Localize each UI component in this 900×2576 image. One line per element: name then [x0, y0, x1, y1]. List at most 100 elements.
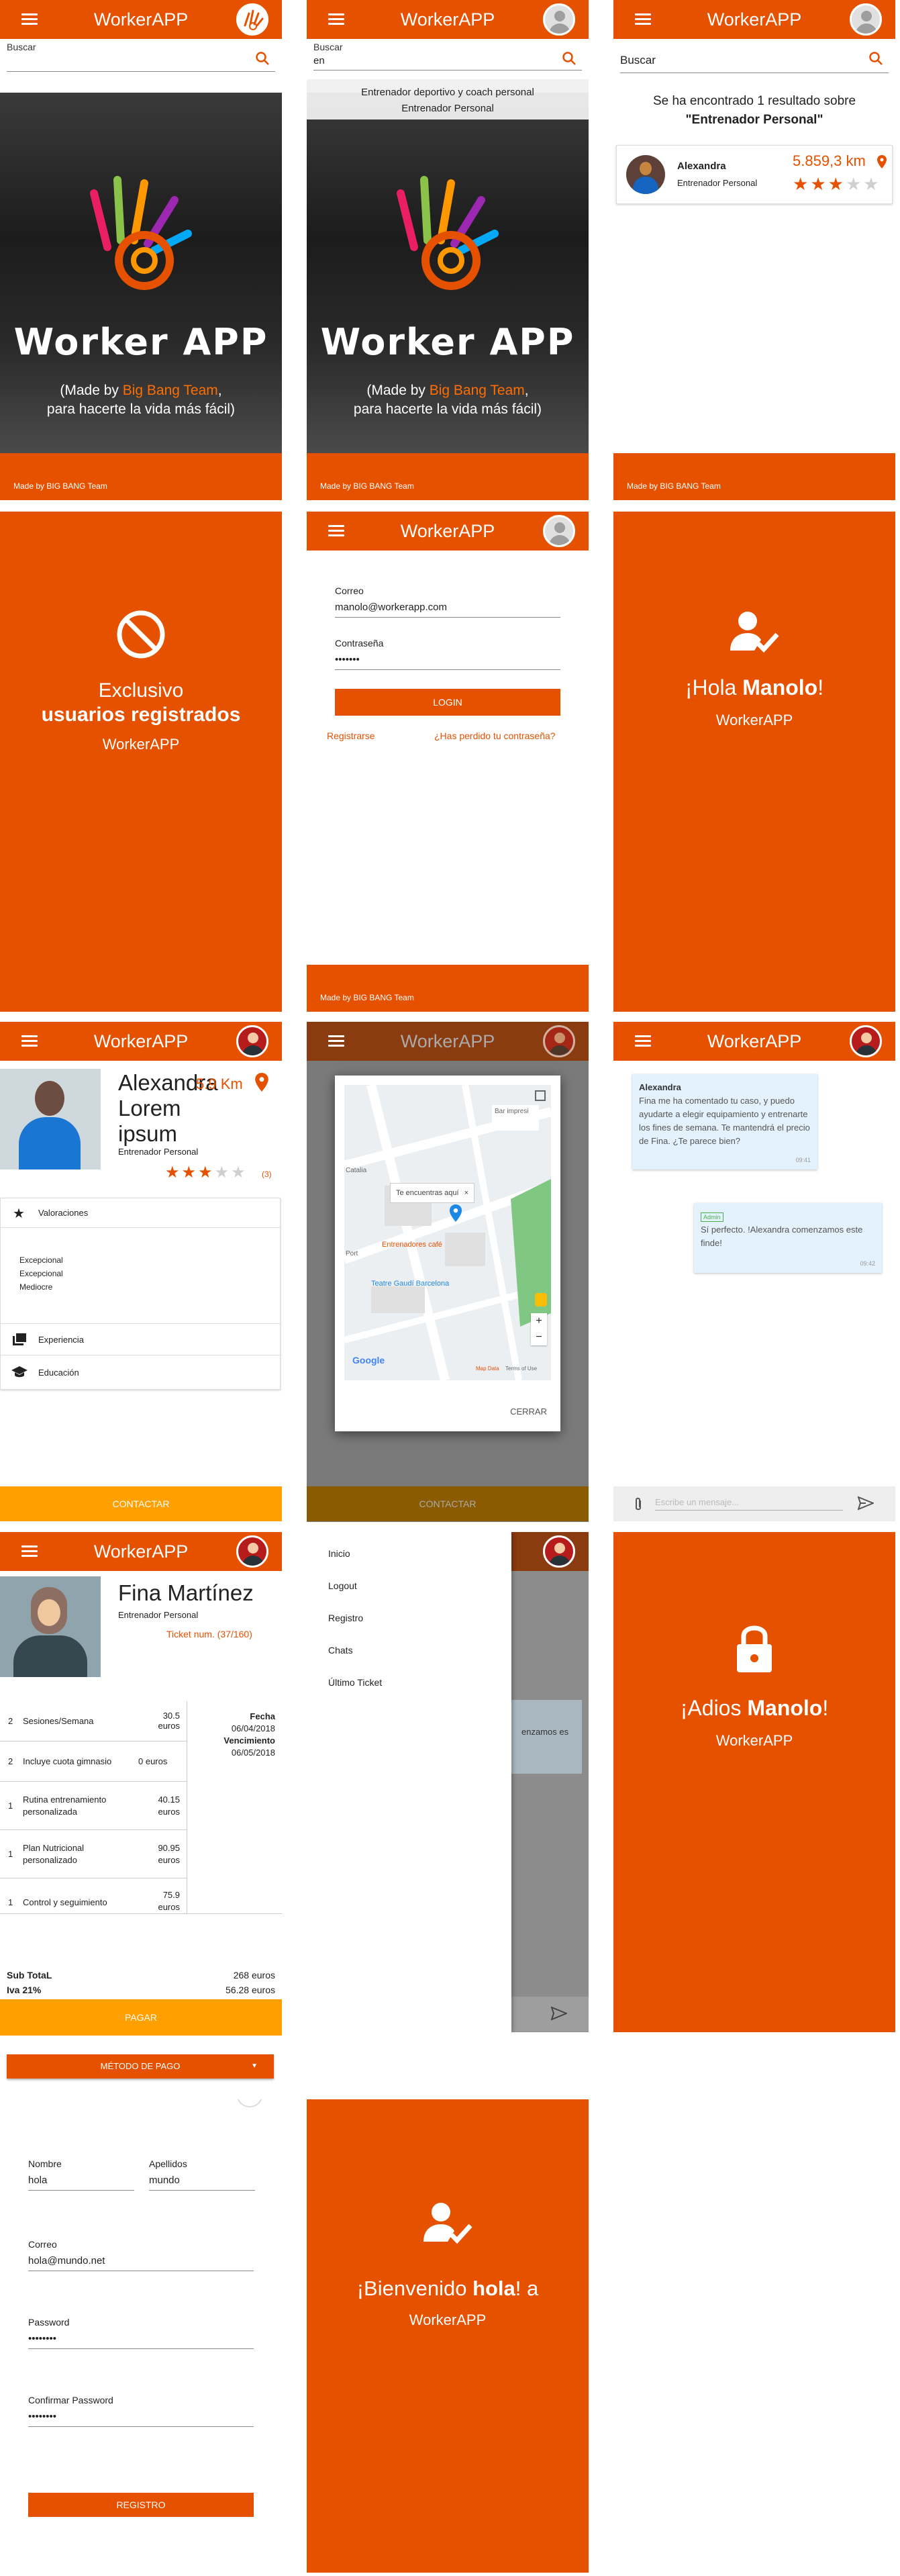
send-icon: [551, 2006, 567, 2021]
zoom-in-icon[interactable]: +: [531, 1313, 547, 1329]
drawer-item-ultimo-ticket[interactable]: Último Ticket: [328, 1677, 382, 1688]
exclusive-line3: WorkerAPP: [102, 736, 180, 753]
register-button[interactable]: REGISTRO: [28, 2493, 254, 2517]
email-field[interactable]: hola@mundo.net: [28, 2255, 254, 2271]
user-avatar-icon[interactable]: [543, 3, 575, 36]
section-experience[interactable]: Experiencia: [1, 1323, 280, 1355]
register-link[interactable]: Registrarse: [327, 730, 375, 741]
search-bar[interactable]: Buscar: [0, 39, 282, 93]
user-avatar-icon[interactable]: [850, 3, 882, 36]
user-avatar-icon[interactable]: [543, 515, 575, 547]
hero-title: Worker APP: [13, 321, 268, 363]
search-input[interactable]: Buscar: [620, 54, 656, 67]
user-avatar-icon[interactable]: [543, 1535, 575, 1568]
drawer-item-logout[interactable]: Logout: [328, 1580, 357, 1591]
attach-icon[interactable]: [634, 1497, 643, 1512]
search-label: Buscar: [7, 42, 36, 52]
map-view[interactable]: Bar impresi Catalia Port Te encuentras a…: [344, 1085, 551, 1380]
drawer-item-registro[interactable]: Registro: [328, 1613, 363, 1623]
hero-subtitle: (Made by Big Bang Team, para hacerte la …: [353, 383, 542, 417]
suggestion-item[interactable]: Entrenador Personal: [307, 101, 589, 117]
section-ratings[interactable]: ★ Valoraciones: [1, 1198, 280, 1228]
send-icon[interactable]: [858, 1496, 874, 1511]
terms-link[interactable]: Terms of Use: [505, 1366, 537, 1372]
name-field[interactable]: hola: [28, 2175, 134, 2191]
login-button[interactable]: LOGIN: [335, 689, 560, 716]
forbidden-icon: [117, 610, 165, 659]
app-bar: WorkerAPP: [613, 1022, 895, 1061]
search-input[interactable]: en: [313, 55, 325, 66]
forgot-password-link[interactable]: ¿Has perdido tu contraseña?: [434, 730, 556, 741]
screen-map-modal: WorkerAPP CONTACTAR Bar impresi Catalia …: [307, 1022, 589, 1522]
user-avatar-icon[interactable]: [543, 1025, 575, 1057]
admin-badge: Admin: [701, 1212, 723, 1222]
hand-logo-icon: [90, 176, 192, 290]
goodbye-greeting: ¡Adios Manolo!: [680, 1696, 829, 1720]
user-avatar-icon[interactable]: [236, 1025, 268, 1057]
close-icon[interactable]: ×: [464, 1184, 468, 1202]
big-bang-link[interactable]: Big Bang Team: [430, 383, 525, 398]
app-bar: WorkerAPP: [307, 1022, 589, 1061]
ticket-row: 1 Control y seguimiento 75.9 euros: [8, 1890, 180, 1912]
footer: Made by BIG BANG Team: [0, 453, 282, 500]
suggestions-list: Entrenador deportivo y coach personal En…: [307, 79, 589, 120]
screen-home: WorkerAPP Worker APP (Made by Big Bang T…: [0, 0, 282, 500]
footer: Made by BIG BANG Team: [307, 453, 589, 500]
star-icon: ★: [828, 174, 846, 194]
logo-avatar-icon[interactable]: [236, 3, 268, 36]
welcome-greeting: ¡Bienvenido hola! a: [356, 2277, 539, 2300]
section-education[interactable]: Educación: [1, 1357, 280, 1389]
message-input[interactable]: Escribe un mensaje...: [655, 1497, 843, 1511]
chat-input-bar: Escribe un mensaje...: [613, 1486, 895, 1521]
date-value: 06/04/2018: [231, 1723, 275, 1733]
big-bang-link[interactable]: Big Bang Team: [123, 383, 218, 398]
screen-exclusive: Exclusivo usuarios registrados WorkerAPP: [0, 512, 282, 1012]
pay-button[interactable]: PAGAR: [0, 1999, 282, 2036]
result-name: Alexandra: [677, 160, 726, 172]
graduation-cap-icon: [11, 1366, 28, 1378]
location-pin-icon: [877, 155, 887, 169]
zoom-out-icon[interactable]: −: [531, 1329, 547, 1345]
contact-button[interactable]: CONTACTAR: [0, 1486, 282, 1521]
search-icon[interactable]: [255, 51, 270, 66]
suggestion-item[interactable]: Entrenador deportivo y coach personal: [307, 85, 589, 101]
fullscreen-icon[interactable]: [535, 1090, 546, 1101]
map-label-place1: Entrenadores café: [382, 1241, 442, 1249]
drawer-item-inicio[interactable]: Inicio: [328, 1548, 350, 1559]
user-avatar-icon[interactable]: [236, 1535, 268, 1568]
screen-search-typing: WorkerAPP Worker APP (Made by Big Bang T…: [307, 0, 589, 500]
password-field[interactable]: ••••••••: [28, 2333, 254, 2349]
search-icon[interactable]: [562, 51, 577, 66]
street-view-icon[interactable]: [535, 1293, 547, 1306]
email-field[interactable]: manolo@workerapp.com: [335, 602, 560, 618]
iva-label: Iva 21%: [7, 1985, 42, 1995]
search-icon[interactable]: [868, 51, 883, 66]
email-label: Correo: [335, 585, 364, 596]
result-role: Entrenador Personal: [677, 178, 758, 188]
map-dialog: Bar impresi Catalia Port Te encuentras a…: [335, 1076, 560, 1431]
user-avatar-icon[interactable]: [850, 1025, 882, 1057]
app-bar: WorkerAPP: [307, 512, 589, 551]
due-label: Vencimiento: [223, 1735, 275, 1746]
results-summary: Se ha encontrado 1 resultado sobre: [652, 94, 856, 108]
footer: Made by BIG BANG Team: [307, 965, 589, 1012]
map-tooltip: Te encuentras aquí ×: [390, 1183, 474, 1203]
exclusive-line1: Exclusivo: [98, 679, 184, 702]
drawer-item-chats[interactable]: Chats: [328, 1645, 353, 1656]
map-data-link[interactable]: Map Data: [476, 1366, 499, 1372]
user-check-icon: [423, 2203, 472, 2244]
close-button[interactable]: CERRAR: [510, 1406, 547, 1417]
result-distance: 5.859,3 km: [793, 152, 866, 169]
surname-field[interactable]: mundo: [149, 2175, 255, 2191]
search-bar[interactable]: Buscar en: [307, 39, 589, 79]
star-icon: ★: [793, 174, 811, 194]
app-bar: WorkerAPP: [0, 1022, 282, 1061]
password-field[interactable]: •••••••: [335, 654, 560, 670]
user-check-icon: [730, 612, 779, 653]
message-author: Alexandra: [639, 1082, 681, 1092]
result-card[interactable]: Alexandra Entrenador Personal 5.859,3 km…: [616, 145, 893, 204]
confirm-password-field[interactable]: ••••••••: [28, 2411, 254, 2427]
payment-method-button[interactable]: MÉTODO DE PAGO ▼: [7, 2054, 274, 2079]
zoom-controls: + −: [531, 1313, 547, 1345]
app-bar: WorkerAPP: [0, 1532, 282, 1571]
